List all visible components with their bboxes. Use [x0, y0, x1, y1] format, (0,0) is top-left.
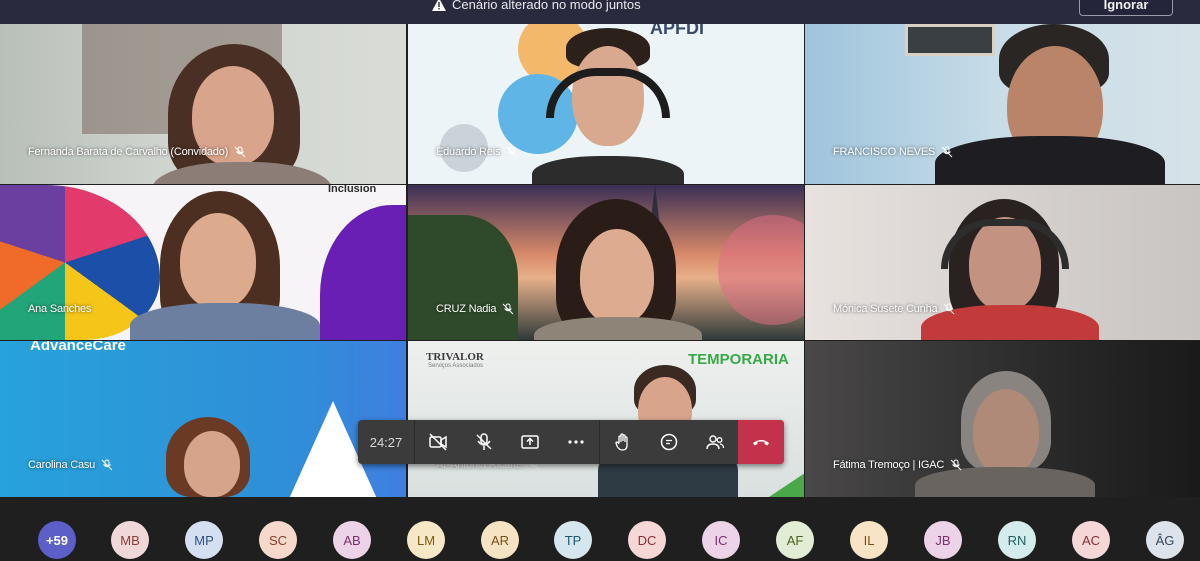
mic-off-icon [503, 303, 514, 315]
participant-video [160, 417, 260, 497]
meeting-stage: Cenário alterado no modo juntos Ignorar … [0, 0, 1200, 561]
participant-video [532, 28, 684, 184]
video-tile-eduardo[interactable]: APFDI Eduardo Reis [408, 24, 804, 184]
participant-name: Ana Sanches [28, 303, 92, 315]
banner-message-row: Cenário alterado no modo juntos [432, 0, 641, 12]
participant-avatar[interactable]: JB [924, 521, 962, 559]
more-actions-button[interactable] [553, 420, 599, 464]
participant-avatar[interactable]: IL [850, 521, 888, 559]
mic-off-icon [234, 146, 246, 158]
participant-avatar[interactable]: MP [185, 521, 223, 559]
video-tile-antonia[interactable]: TRIVALOR Serviços Associados TEMPORARIA … [408, 341, 804, 497]
participants-icon [706, 435, 725, 450]
participant-avatar[interactable]: ÂG [1146, 521, 1184, 559]
participant-name: FRANCISCO NEVES [833, 146, 936, 158]
headphones [546, 68, 670, 118]
raise-hand-button[interactable] [600, 420, 646, 464]
background-logo: TRIVALOR [426, 351, 484, 363]
participant-video [921, 199, 1099, 340]
participants-strip: +59 MB MP SC AB LM AR TP DC IC AF IL JB RN AC ÂG [0, 497, 1200, 561]
share-screen-button[interactable] [507, 420, 553, 464]
participant-video [915, 371, 1095, 497]
notification-banner: Cenário alterado no modo juntos Ignorar [0, 0, 1200, 24]
trees-decor [408, 215, 518, 340]
participant-video [935, 24, 1165, 184]
participant-avatar[interactable]: TP [554, 521, 592, 559]
participant-video [534, 199, 702, 340]
participant-avatar[interactable]: LM [407, 521, 445, 559]
mic-off-icon [506, 146, 518, 158]
video-tile-ana[interactable]: Inclusion Ana Sanches [0, 185, 406, 340]
chat-button[interactable] [646, 420, 692, 464]
meeting-timer: 24:27 [369, 434, 403, 450]
mic-off-icon [476, 433, 492, 450]
warning-icon [432, 0, 446, 11]
participant-name-tag: Carolina Casu [28, 459, 113, 471]
camera-off-icon [429, 433, 447, 451]
mic-off-icon [950, 459, 962, 471]
background-logo: AdvanceCare [30, 341, 126, 354]
raise-hand-icon [615, 433, 628, 451]
dismiss-button[interactable]: Ignorar [1079, 0, 1173, 16]
participant-avatar[interactable]: AB [333, 521, 371, 559]
participant-name-tag: Mónica Susete Cunha [833, 303, 955, 315]
participant-name-tag: Eduardo Reis [436, 146, 518, 158]
background-logo: Inclusion [328, 185, 377, 195]
mic-off-icon [944, 303, 955, 315]
participant-avatar[interactable]: RN [998, 521, 1036, 559]
participant-name-tag: Fernanda Barata de Carvalho (Convidado) [28, 146, 246, 158]
participant-video [130, 191, 320, 340]
share-screen-icon [521, 435, 539, 449]
meeting-toolbar: 24:27 [358, 420, 784, 464]
participant-avatar[interactable]: DC [628, 521, 666, 559]
participant-avatar[interactable]: AR [481, 521, 519, 559]
video-tile-carolina[interactable]: AdvanceCare Carolina Casu [0, 341, 406, 497]
participant-video [150, 44, 340, 184]
banner-message: Cenário alterado no modo juntos [452, 0, 641, 12]
participant-name: Fátima Tremoço | IGAC [833, 459, 945, 471]
more-icon [568, 440, 584, 444]
participant-avatar[interactable]: MB [111, 521, 149, 559]
video-tile-monica[interactable]: Mónica Susete Cunha [805, 185, 1200, 340]
video-tile-nadia[interactable]: CRUZ Nadia [408, 185, 804, 340]
mic-off-icon [941, 146, 953, 158]
participant-name-tag: CRUZ Nadia [436, 303, 514, 315]
participant-name: Mónica Susete Cunha [833, 303, 938, 315]
hang-up-icon [753, 440, 769, 446]
chat-icon [660, 433, 678, 451]
background-logo-sub: Serviços Associados [428, 363, 484, 369]
hang-up-button[interactable] [738, 420, 784, 464]
participant-avatar[interactable]: AC [1072, 521, 1110, 559]
video-tile-fernanda[interactable]: Fernanda Barata de Carvalho (Convidado) [0, 24, 406, 184]
participant-name: Eduardo Reis [436, 146, 501, 158]
participants-button[interactable] [692, 420, 738, 464]
participant-name: Fernanda Barata de Carvalho (Convidado) [28, 146, 229, 158]
more-participants-badge[interactable]: +59 [38, 521, 76, 559]
participant-name: CRUZ Nadia [436, 303, 497, 315]
camera-toggle-button[interactable] [415, 420, 461, 464]
mic-toggle-button[interactable] [461, 420, 507, 464]
participant-avatar[interactable]: SC [259, 521, 297, 559]
mic-off-icon [101, 459, 113, 471]
participant-name-tag: Ana Sanches [28, 303, 91, 315]
video-tile-fatima[interactable]: Fátima Tremoço | IGAC [805, 341, 1200, 497]
participant-avatar[interactable]: IC [702, 521, 740, 559]
participant-name: Carolina Casu [28, 459, 96, 471]
participant-name-tag: FRANCISCO NEVES [833, 146, 953, 158]
participant-name-tag: Fátima Tremoço | IGAC [833, 459, 962, 471]
participant-avatar[interactable]: AF [776, 521, 814, 559]
video-tile-francisco[interactable]: FRANCISCO NEVES [805, 24, 1200, 184]
